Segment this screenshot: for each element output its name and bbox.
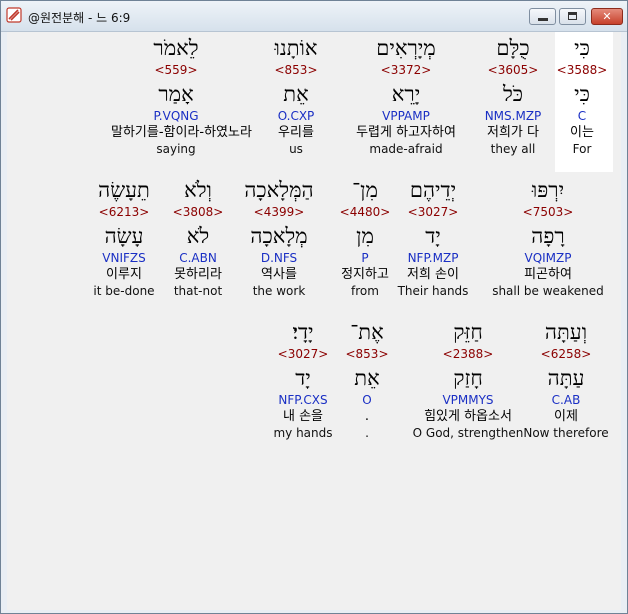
lemma-word: אֵת xyxy=(283,82,309,106)
app-window: @원전분해 - 느 6:9 ✕ כִּי <3588> כִּי C 이는 For כֻלָ… xyxy=(0,0,628,614)
title-bar[interactable]: @원전분해 - 느 6:9 ✕ xyxy=(1,1,627,32)
english-gloss: us xyxy=(289,142,303,156)
lemma-word: רָפָה xyxy=(531,224,565,248)
strong-number[interactable]: <6213> xyxy=(59,204,189,220)
strong-number[interactable]: <7503> xyxy=(483,204,613,220)
word-block[interactable]: תֵעָשֶׂה <6213> עָשָׂה VNIFZS 이루지 it be-done xyxy=(59,176,189,299)
close-icon: ✕ xyxy=(602,10,612,23)
minimize-icon xyxy=(538,18,548,21)
morphology-code: O.CXP xyxy=(277,109,315,123)
hebrew-word: לֵאמֹר xyxy=(153,36,199,60)
english-gloss: it be-done xyxy=(93,284,155,298)
hebrew-word: אוֹתָנוּ xyxy=(274,36,318,60)
minimize-button[interactable] xyxy=(529,8,556,25)
morphology-code: VQIMZP xyxy=(524,251,572,265)
hebrew-word: יָדָי׃ xyxy=(292,320,314,344)
strong-number[interactable]: <853> xyxy=(231,62,361,78)
window-title: @원전분해 - 느 6:9 xyxy=(28,11,131,25)
word-block[interactable]: יִרְפּוּ <7503> רָפָה VQIMZP 피곤하여 shall be we… xyxy=(483,176,613,299)
english-gloss: my hands xyxy=(273,426,333,440)
strong-number[interactable]: <559> xyxy=(111,62,241,78)
word-block[interactable]: לֵאמֹר <559> אָמַר P.VQNG 말하기를-함이라-하였노라 sayin… xyxy=(111,34,252,157)
app-icon xyxy=(6,7,22,23)
morphology-code: P.VQNG xyxy=(153,109,199,123)
morphology-code: NFP.CXS xyxy=(278,393,328,407)
strong-number[interactable]: <3027> xyxy=(238,346,368,362)
hebrew-word: תֵעָשֶׂה xyxy=(98,178,150,202)
english-gloss: shall be weakened xyxy=(492,284,604,298)
korean-gloss: 내 손을 xyxy=(282,409,323,424)
maximize-icon xyxy=(568,12,577,20)
hebrew-word: יִרְפּוּ xyxy=(531,178,565,202)
word-block[interactable]: יָדָי׃ <3027> יָד NFP.CXS 내 손을 my hands xyxy=(238,318,368,441)
maximize-button[interactable] xyxy=(559,8,586,25)
korean-gloss: 말하기를-함이라-하였노라 xyxy=(111,125,252,140)
lemma-word: אָמַר xyxy=(158,82,194,106)
english-gloss: saying xyxy=(156,142,196,156)
morphology-code: VNIFZS xyxy=(102,251,146,265)
interlinear-view: כִּי <3588> כִּי C 이는 For כֻלָּם <3605> כֹּל NMS.… xyxy=(7,32,621,610)
lemma-word: עָשָׂה xyxy=(104,224,144,248)
korean-gloss: 피곤하여 xyxy=(524,267,572,282)
close-button[interactable]: ✕ xyxy=(591,8,623,25)
lemma-word: יָד xyxy=(295,366,311,390)
korean-gloss: 이루지 xyxy=(106,267,142,282)
